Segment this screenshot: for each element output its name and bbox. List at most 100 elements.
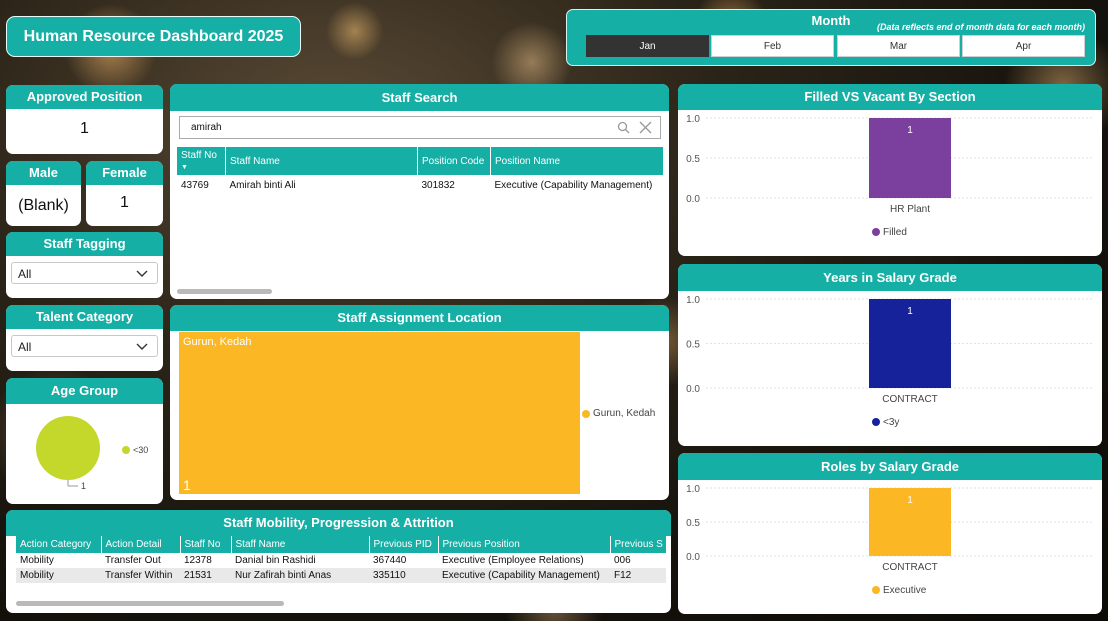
female-title: Female [86, 161, 163, 185]
column-header-staff-no[interactable]: Staff No [180, 536, 232, 553]
talent-category-title: Talent Category [6, 305, 163, 329]
column-header-staff-no[interactable]: Staff No ▼ [177, 147, 226, 175]
cell-previous-position: Executive (Capability Management) [442, 570, 600, 581]
staff-search-card: Staff Search amirah Staff No ▼ Staff Name… [170, 84, 669, 299]
cell-staff-no: 43769 [181, 180, 209, 191]
column-header-previous-s[interactable]: Previous S [610, 536, 667, 553]
clear-icon[interactable] [639, 121, 652, 134]
roles-grade-title: Roles by Salary Grade [678, 453, 1102, 480]
assignment-location-title: Staff Assignment Location [170, 305, 669, 331]
month-slicer: Month (Data reflects end of month data f… [566, 9, 1096, 66]
mobility-title: Staff Mobility, Progression & Attrition [6, 510, 671, 536]
table-row[interactable]: Mobility Transfer Within 21531 Nur Zafir… [16, 568, 666, 583]
age-group-legend: <30 [133, 445, 148, 455]
y-tick-label: 0.5 [686, 340, 700, 351]
cell-action-category: Mobility [20, 570, 54, 581]
legend-dot [872, 228, 880, 236]
staff-search-input[interactable]: amirah [191, 122, 222, 133]
roles-grade-card: Roles by Salary Grade 1.0 0.5 0.0 1 CONTRACT… [678, 453, 1102, 614]
treemap-tile-label: Gurun, Kedah [183, 336, 252, 348]
dashboard-title-text: Human Resource Dashboard 2025 [23, 27, 284, 45]
roles-grade-chart: 1.0 0.5 0.0 1 CONTRACT Executive [686, 484, 1094, 596]
male-card: Male (Blank) [6, 161, 81, 226]
talent-category-value: All [18, 340, 32, 354]
horizontal-scrollbar[interactable] [16, 601, 284, 606]
age-group-legend-dot [122, 446, 130, 454]
y-tick-label: 1.0 [686, 484, 700, 495]
column-header-staff-name[interactable]: Staff Name [225, 147, 418, 175]
staff-search-header-row: Staff No ▼ Staff Name Position Code Posit… [177, 147, 664, 175]
y-tick-label: 0.0 [686, 384, 700, 395]
assignment-legend: Gurun, Kedah [582, 408, 655, 419]
cell-previous-s: 006 [614, 555, 631, 566]
years-grade-title: Years in Salary Grade [678, 264, 1102, 291]
sort-desc-icon: ▼ [181, 164, 188, 171]
y-tick-label: 1.0 [686, 295, 700, 306]
talent-category-dropdown[interactable]: All [11, 335, 158, 357]
assignment-legend-dot [582, 409, 590, 418]
staff-tagging-dropdown[interactable]: All [11, 262, 158, 284]
female-card: Female 1 [86, 161, 163, 226]
cell-position-name: Executive (Capability Management) [494, 180, 653, 191]
cell-action-detail: Transfer Within [105, 570, 173, 581]
table-row[interactable]: 43769 Amirah binti Ali 301832 Executive … [177, 175, 664, 193]
staff-search-title: Staff Search [170, 84, 669, 111]
talent-category-card: Talent Category All [6, 305, 163, 371]
cell-staff-name: Nur Zafirah binti Anas [235, 570, 332, 581]
column-header-action-category[interactable]: Action Category [16, 536, 102, 553]
table-row[interactable]: Mobility Transfer Out 12378 Danial bin R… [16, 553, 666, 568]
x-tick-label: CONTRACT [882, 562, 938, 573]
y-tick-label: 1.0 [686, 114, 700, 125]
assignment-location-card: Staff Assignment Location Gurun, Kedah 1… [170, 305, 669, 500]
y-tick-label: 0.5 [686, 518, 700, 529]
chevron-down-icon [136, 270, 148, 277]
horizontal-scrollbar[interactable] [177, 289, 272, 294]
mobility-header-row: Action Category Action Detail Staff No S… [16, 536, 667, 553]
legend-dot [872, 418, 880, 426]
column-header-position-name[interactable]: Position Name [490, 147, 664, 175]
month-button-jan[interactable]: Jan [586, 35, 709, 57]
cell-action-detail: Transfer Out [105, 555, 161, 566]
male-title: Male [6, 161, 81, 185]
cell-staff-no: 21531 [184, 570, 212, 581]
cell-action-category: Mobility [20, 555, 54, 566]
age-group-slice[interactable] [36, 416, 100, 480]
column-header-action-detail[interactable]: Action Detail [101, 536, 181, 553]
month-button-mar[interactable]: Mar [837, 35, 960, 57]
month-button-apr[interactable]: Apr [962, 35, 1085, 57]
column-header-label: Staff No [181, 150, 217, 161]
column-header-previous-position[interactable]: Previous Position [438, 536, 611, 553]
bar-data-label: 1 [907, 495, 913, 506]
x-tick-label: CONTRACT [882, 394, 938, 405]
age-group-title: Age Group [6, 378, 163, 404]
y-tick-label: 0.0 [686, 194, 700, 205]
age-group-card: Age Group 1 <30 [6, 378, 163, 504]
years-grade-chart: 1.0 0.5 0.0 1 CONTRACT <3y [686, 295, 1094, 428]
cell-previous-position: Executive (Employee Relations) [442, 555, 584, 566]
staff-search-table: Staff No ▼ Staff Name Position Code Posit… [177, 147, 664, 193]
assignment-legend-label: Gurun, Kedah [593, 408, 656, 419]
staff-tagging-title: Staff Tagging [6, 232, 163, 256]
search-icon[interactable] [617, 121, 630, 134]
approved-position-card: Approved Position 1 [6, 85, 163, 154]
bar-data-label: 1 [907, 306, 913, 317]
legend-label: <3y [883, 417, 899, 428]
cell-previous-pid: 367440 [373, 555, 407, 566]
staff-search-box[interactable]: amirah [179, 116, 661, 139]
staff-tagging-card: Staff Tagging All [6, 232, 163, 298]
column-header-previous-pid[interactable]: Previous PID [369, 536, 439, 553]
filled-vacant-card: Filled VS Vacant By Section 1.0 0.5 0.0 1 HR… [678, 84, 1102, 256]
treemap-tile-gurun-kedah[interactable]: Gurun, Kedah 1 [179, 332, 580, 494]
month-button-feb[interactable]: Feb [711, 35, 834, 57]
years-grade-card: Years in Salary Grade 1.0 0.5 0.0 1 CONTRACT… [678, 264, 1102, 446]
column-header-staff-name[interactable]: Staff Name [231, 536, 370, 553]
chevron-down-icon [136, 343, 148, 350]
column-header-position-code[interactable]: Position Code [417, 147, 491, 175]
legend-label: Filled [883, 227, 907, 238]
approved-position-value: 1 [80, 120, 89, 137]
cell-staff-name: Danial bin Rashidi [235, 555, 316, 566]
cell-staff-name: Amirah binti Ali [229, 180, 296, 191]
month-slicer-note: (Data reflects end of month data for eac… [876, 22, 1085, 32]
male-value: (Blank) [18, 197, 69, 214]
age-group-pie: 1 <30 [36, 416, 148, 491]
